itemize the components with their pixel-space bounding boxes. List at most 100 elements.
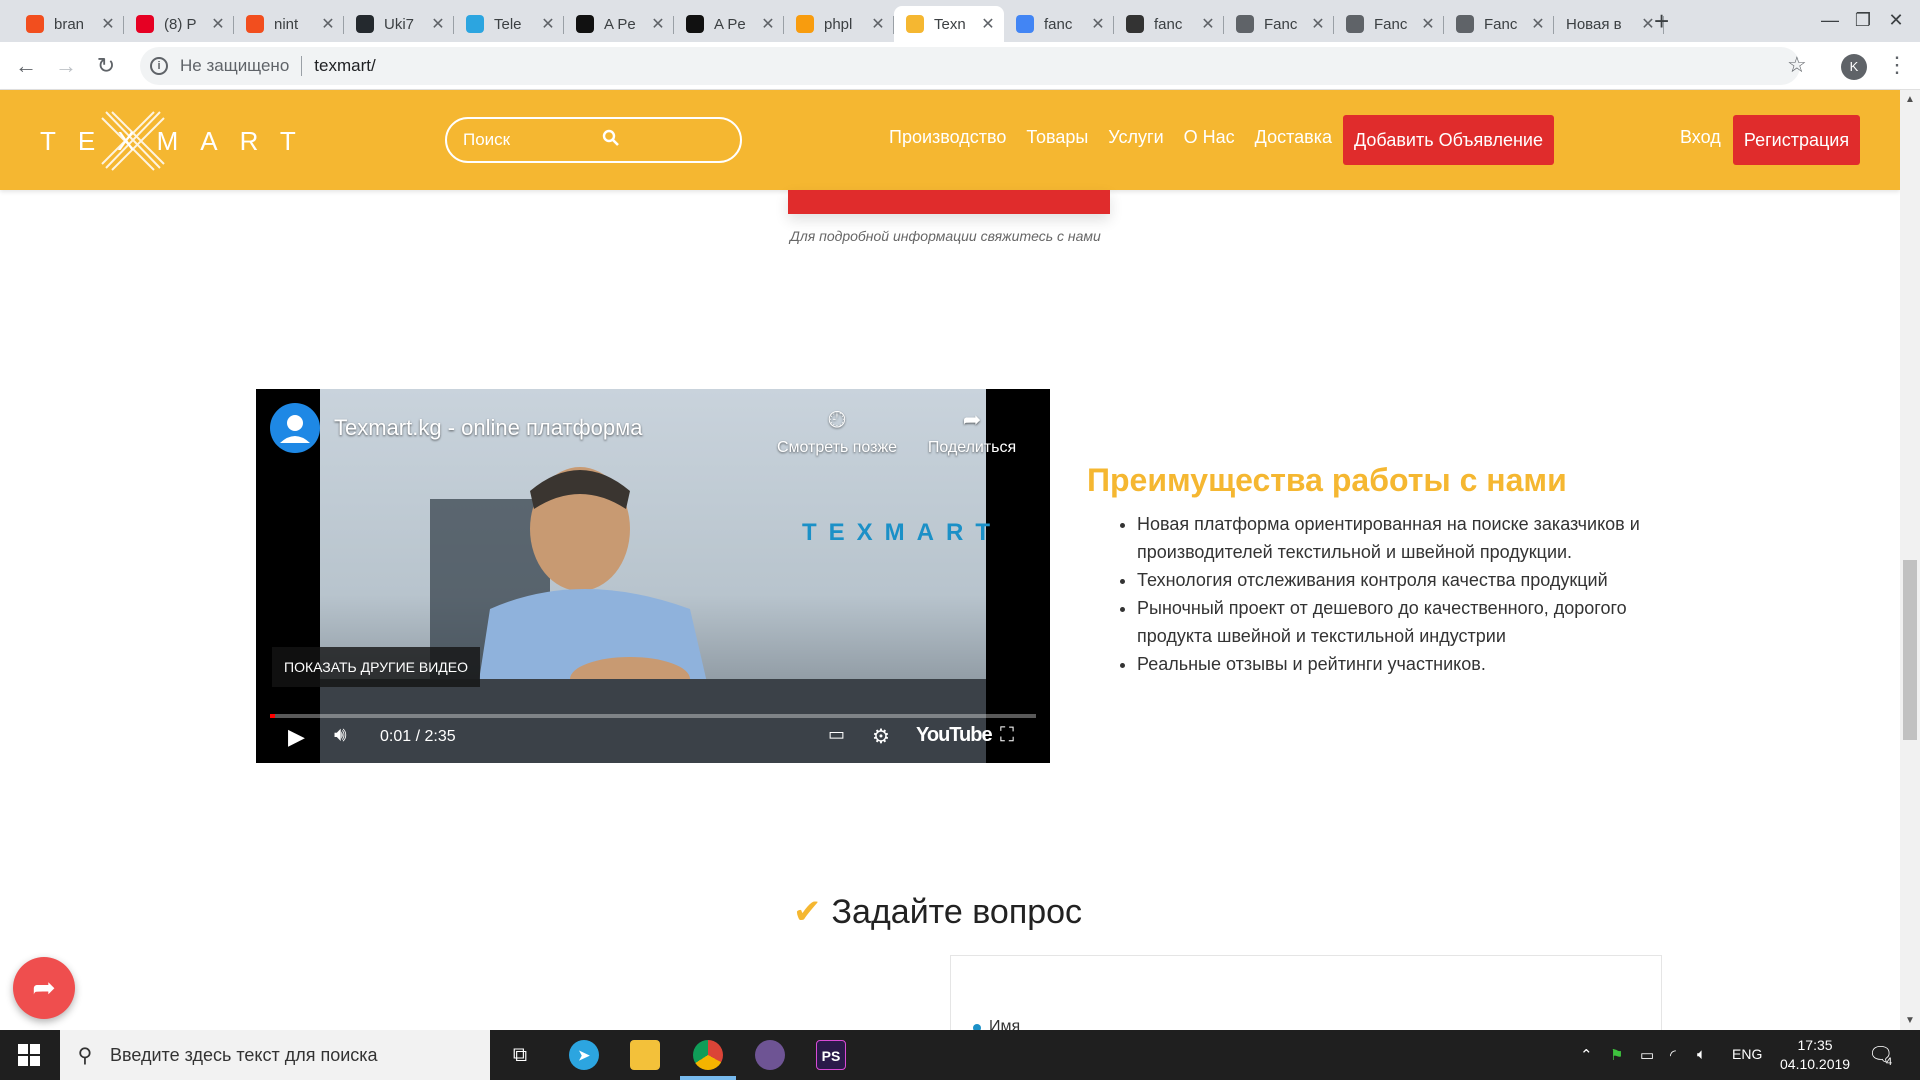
browser-tab[interactable]: Fanc ✕ (1334, 6, 1444, 42)
video-title[interactable]: Texmart.kg - online платформа (334, 415, 642, 441)
close-tab-icon[interactable]: ✕ (978, 14, 998, 34)
share-label: Поделиться (927, 439, 1017, 456)
file-explorer-icon[interactable] (630, 1040, 660, 1070)
contact-button[interactable] (788, 190, 1110, 214)
back-icon[interactable]: ← (12, 52, 40, 80)
channel-avatar[interactable] (270, 403, 320, 453)
fullscreen-icon[interactable]: ⛶ (1000, 724, 1014, 747)
browser-tab[interactable]: Fanc ✕ (1444, 6, 1554, 42)
forward-icon[interactable]: → (52, 52, 80, 80)
github-desktop-icon[interactable] (755, 1040, 785, 1070)
more-videos-button[interactable]: ПОКАЗАТЬ ДРУГИЕ ВИДЕО (272, 647, 481, 687)
close-tab-icon[interactable]: ✕ (98, 14, 118, 34)
divider (301, 56, 303, 76)
bookmark-star-icon[interactable]: ☆ (1787, 52, 1807, 78)
speaker-icon[interactable]: 🔈︎ (1697, 1046, 1706, 1063)
browser-tab[interactable]: phpl ✕ (784, 6, 894, 42)
chrome-icon[interactable] (693, 1040, 723, 1070)
desk (320, 679, 986, 763)
browser-tab[interactable]: fanc ✕ (1004, 6, 1114, 42)
info-icon[interactable]: i (150, 57, 168, 75)
close-tab-icon[interactable]: ✕ (208, 14, 228, 34)
nav-services[interactable]: Услуги (1108, 127, 1163, 148)
close-tab-icon[interactable]: ✕ (758, 14, 778, 34)
site-header: TEXMART Поиск Производство Товары Услуги… (0, 90, 1900, 190)
globe-icon (1346, 15, 1364, 33)
watch-later-button[interactable]: 🕘︎ Смотреть позже (762, 407, 912, 457)
close-tab-icon[interactable]: ✕ (1088, 14, 1108, 34)
close-tab-icon[interactable]: ✕ (1198, 14, 1218, 34)
browser-tab[interactable]: bran ✕ (14, 6, 124, 42)
tab-title: nint (274, 15, 299, 33)
browser-tab[interactable]: A Pe ✕ (564, 6, 674, 42)
close-window-button[interactable]: ✕ (1866, 4, 1920, 36)
nav-production[interactable]: Производство (889, 127, 1006, 148)
close-tab-icon[interactable]: ✕ (648, 14, 668, 34)
list-item: Новая платформа ориентированная на поиск… (1137, 510, 1657, 566)
codepen-icon (576, 15, 594, 33)
close-tab-icon[interactable]: ✕ (1308, 14, 1328, 34)
clock-date: 04.10.2019 (1780, 1056, 1851, 1072)
nav-about[interactable]: О Нас (1184, 127, 1235, 148)
tab-title: fanc (1044, 15, 1073, 33)
nav-delivery[interactable]: Доставка (1255, 127, 1332, 148)
security-label: Не защищено (180, 56, 290, 75)
telegram-icon[interactable]: ➤ (569, 1040, 599, 1070)
close-tab-icon[interactable]: ✕ (538, 14, 558, 34)
nav-products[interactable]: Товары (1026, 127, 1088, 148)
register-button[interactable]: Регистрация (1733, 115, 1860, 165)
codepen-icon (686, 15, 704, 33)
url-text[interactable]: texmart/ (314, 56, 375, 76)
scroll-down-icon[interactable]: ▼ (1905, 1015, 1915, 1026)
login-link[interactable]: Вход (1680, 127, 1721, 148)
youtube-video-player[interactable]: TEXMART Texmart.kg - online платформа 🕘︎… (256, 389, 1050, 763)
flag-icon[interactable]: ⚑ (1610, 1046, 1623, 1064)
share-fab-button[interactable]: ➦ (13, 957, 75, 1019)
browser-tab[interactable]: Fanc ✕ (1224, 6, 1334, 42)
search-icon[interactable] (602, 129, 741, 152)
search-field[interactable]: Поиск (445, 117, 742, 163)
subtitles-icon[interactable]: ▭ (828, 724, 845, 745)
reload-icon[interactable]: ↻ (92, 52, 120, 80)
profile-avatar[interactable]: K (1841, 54, 1867, 80)
browser-menu-icon[interactable]: ⋮ (1886, 52, 1908, 78)
phpstorm-icon[interactable]: PS (816, 1040, 846, 1070)
task-view-icon[interactable]: ⧉ (505, 1040, 535, 1070)
add-listing-button[interactable]: Добавить Объявление (1343, 115, 1554, 165)
close-tab-icon[interactable]: ✕ (318, 14, 338, 34)
ask-title: Задайте вопрос (831, 892, 1083, 931)
scrollbar-thumb[interactable] (1903, 560, 1917, 740)
settings-gear-icon[interactable]: ⚙ (872, 724, 890, 749)
play-icon[interactable]: ▶ (288, 724, 305, 750)
close-tab-icon[interactable]: ✕ (428, 14, 448, 34)
youtube-logo[interactable]: YouTube (916, 724, 993, 747)
windows-start-icon[interactable] (18, 1044, 40, 1072)
browser-tab[interactable]: fanc ✕ (1114, 6, 1224, 42)
video-progress-bar[interactable] (270, 714, 1036, 718)
volume-icon[interactable]: 🔊︎ (334, 724, 347, 747)
tab-title: Texn (934, 15, 966, 33)
tray-expand-icon[interactable]: ⌃ (1580, 1046, 1593, 1064)
close-tab-icon[interactable]: ✕ (1418, 14, 1438, 34)
share-video-button[interactable]: ➦ Поделиться (912, 407, 1032, 457)
address-bar[interactable]: i Не защищено texmart/ (140, 47, 1800, 85)
close-tab-icon[interactable]: ✕ (1528, 14, 1548, 34)
scroll-up-icon[interactable]: ▲ (1905, 94, 1915, 105)
browser-tab[interactable]: A Pe ✕ (674, 6, 784, 42)
language-indicator[interactable]: ENG (1732, 1046, 1762, 1062)
browser-tab[interactable]: Новая в ✕ (1554, 6, 1664, 42)
browser-tab[interactable]: Tele ✕ (454, 6, 564, 42)
close-tab-icon[interactable]: ✕ (868, 14, 888, 34)
battery-icon[interactable]: ▭ (1640, 1046, 1654, 1064)
search-icon: ⚲ (77, 1044, 93, 1067)
page-scrollbar[interactable]: ▲ ▼ (1900, 90, 1920, 1030)
taskbar-clock[interactable]: 17:35 04.10.2019 (1780, 1036, 1850, 1074)
wifi-icon[interactable]: ◜ (1670, 1046, 1676, 1064)
browser-tab[interactable]: Texn ✕ (894, 6, 1004, 42)
browser-tab[interactable]: (8) P ✕ (124, 6, 234, 42)
new-tab-button[interactable]: + (1654, 8, 1669, 34)
site-logo[interactable]: TEXMART (40, 126, 318, 157)
taskbar-search-field[interactable]: ⚲ Введите здесь текст для поиска (60, 1030, 490, 1080)
browser-tab[interactable]: Uki7 ✕ (344, 6, 454, 42)
browser-tab[interactable]: nint ✕ (234, 6, 344, 42)
